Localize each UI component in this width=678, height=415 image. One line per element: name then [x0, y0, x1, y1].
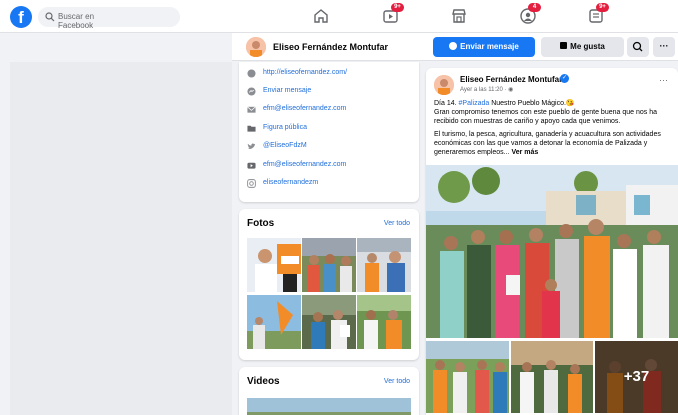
photo-image — [357, 238, 411, 292]
see-more-link[interactable]: Ver más — [511, 149, 538, 156]
avatar-image — [434, 75, 454, 95]
instagram-icon — [247, 179, 256, 188]
post-main-photo[interactable] — [426, 165, 678, 338]
mail-icon — [247, 106, 256, 113]
photo-image — [247, 238, 301, 292]
folder-icon — [247, 125, 256, 132]
page-search-button[interactable] — [627, 37, 649, 57]
globe-icon: ◉ — [508, 87, 514, 93]
post-title-line: Día 14. #Palizada Nuestro Pueblo Mágico.… — [434, 99, 672, 108]
like-label: Me gusta — [570, 42, 605, 51]
nav-gaming[interactable]: 9+ — [587, 3, 609, 25]
intro-item-label: http://eliseofernandez.com/ — [263, 69, 348, 76]
post-body-paragraph-2: El turismo, la pesca, agricultura, ganad… — [434, 130, 672, 157]
photo-image — [426, 341, 509, 413]
twitter-icon — [247, 143, 256, 150]
left-column-background — [10, 62, 232, 415]
groups-badge: 4 — [528, 3, 541, 12]
messenger-icon — [247, 87, 256, 96]
intro-send-message[interactable]: Enviar mensaje — [247, 85, 417, 99]
gaming-badge: 9+ — [596, 3, 609, 12]
nav-marketplace[interactable] — [450, 7, 468, 25]
intro-website[interactable]: http://eliseofernandez.com/ — [247, 67, 417, 81]
videos-title: Videos — [247, 376, 280, 387]
photo-thumbnail[interactable] — [357, 295, 411, 349]
intro-item-label: Figura pública — [263, 124, 307, 131]
thumbs-up-icon — [560, 42, 568, 50]
search-icon — [45, 12, 55, 22]
photo-thumbnail[interactable] — [302, 238, 356, 292]
video-thumbnail[interactable] — [247, 398, 411, 415]
post-timestamp[interactable]: Ayer a las 11:20 · ◉ — [460, 86, 513, 93]
search-placeholder: Buscar en Facebook — [58, 12, 95, 30]
photo-image — [511, 341, 593, 413]
post-author-avatar[interactable] — [434, 75, 454, 95]
post-body-text: El turismo, la pesca, agricultura, ganad… — [434, 131, 661, 156]
photo-thumbnail[interactable] — [357, 238, 411, 292]
intro-item-label: @EliseoFdzM — [263, 142, 307, 149]
send-message-label: Enviar mensaje — [460, 42, 519, 51]
post-photo-more[interactable]: +37 — [595, 341, 678, 413]
top-navigation-bar: f Buscar en Facebook 9+ 4 9+ — [0, 0, 678, 33]
videos-card: Videos Ver todo — [239, 367, 419, 415]
intro-twitter[interactable]: @EliseoFdzM — [247, 140, 417, 154]
verified-badge-icon: ✓ — [560, 74, 569, 83]
send-message-button[interactable]: Enviar mensaje — [433, 37, 535, 57]
facebook-logo[interactable]: f — [10, 6, 32, 28]
photos-see-all-link[interactable]: Ver todo — [384, 220, 410, 227]
search-icon — [632, 41, 643, 52]
post-body-paragraph-1: Gran compromiso tenemos con este pueblo … — [434, 109, 657, 125]
page-more-button[interactable]: ··· — [653, 37, 675, 57]
photo-image — [357, 295, 411, 349]
watch-badge: 9+ — [391, 3, 404, 12]
like-button[interactable]: Me gusta — [541, 37, 624, 57]
post-photo-thumbnail[interactable] — [511, 341, 593, 413]
page-name[interactable]: Eliseo Fernández Montufar — [273, 42, 388, 52]
nav-groups[interactable]: 4 — [519, 3, 541, 25]
messenger-icon — [449, 41, 458, 50]
photo-image — [302, 238, 356, 292]
photos-title: Fotos — [247, 218, 275, 229]
search-box[interactable]: Buscar en Facebook — [38, 7, 180, 30]
photos-card: Fotos Ver todo — [239, 209, 419, 360]
post-author-name[interactable]: Eliseo Fernández Montufar — [460, 75, 562, 84]
avatar-image — [246, 37, 266, 57]
intro-item-label: Enviar mensaje — [263, 87, 312, 94]
photo-thumbnail[interactable] — [302, 295, 356, 349]
globe-icon — [247, 69, 256, 78]
post-time-text: Ayer a las 11:20 · — [460, 87, 509, 93]
intro-item-label: eliseofernandezm — [263, 179, 319, 186]
hashtag-link[interactable]: #Palizada — [459, 100, 490, 107]
nav-watch[interactable]: 9+ — [382, 3, 404, 25]
post-card: Eliseo Fernández Montufar ✓ Ayer a las 1… — [426, 68, 678, 415]
intro-instagram[interactable]: eliseofernandezm — [247, 177, 417, 191]
post-photo-thumbnail[interactable] — [426, 341, 509, 413]
home-icon — [314, 9, 328, 23]
photo-image — [302, 295, 356, 349]
video-image — [247, 398, 411, 415]
photo-thumbnail[interactable] — [247, 238, 301, 292]
more-photos-count: +37 — [595, 341, 678, 413]
intro-item-label: efm@eliseofernandez.com — [263, 105, 347, 112]
youtube-icon — [247, 162, 256, 169]
group-photo-image — [426, 165, 678, 338]
intro-email[interactable]: efm@eliseofernandez.com — [247, 103, 417, 117]
marketplace-icon — [452, 9, 466, 23]
photo-image — [247, 295, 301, 349]
post-day-prefix: Día 14. — [434, 100, 459, 107]
post-options-button[interactable]: ··· — [659, 75, 668, 85]
intro-item-label: efm@eliseofernandez.com — [263, 161, 347, 168]
page-avatar[interactable] — [246, 37, 266, 57]
nav-home[interactable] — [312, 7, 330, 25]
intro-category: Figura pública — [247, 122, 417, 136]
photo-thumbnail[interactable] — [247, 295, 301, 349]
videos-see-all-link[interactable]: Ver todo — [384, 378, 410, 385]
post-day-suffix: Nuestro Pueblo Mágico.😘 — [489, 100, 575, 107]
intro-youtube[interactable]: efm@eliseofernandez.com — [247, 159, 417, 173]
intro-card: http://eliseofernandez.com/ Enviar mensa… — [239, 62, 419, 202]
page-header-bar: Eliseo Fernández Montufar Enviar mensaje… — [232, 33, 678, 61]
